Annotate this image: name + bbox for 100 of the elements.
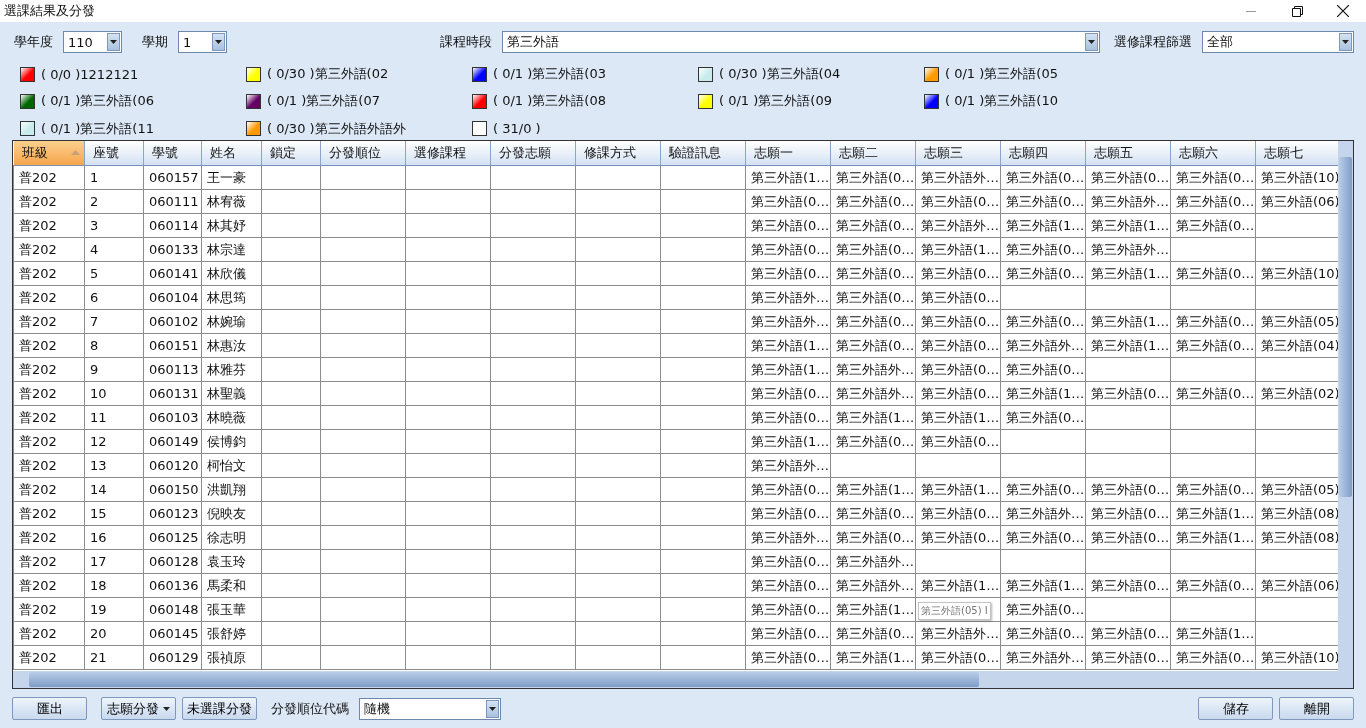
table-cell: 第三外語外… — [915, 165, 1001, 190]
table-cell: 060133 — [143, 237, 202, 262]
table-cell: 第三外語(1… — [1085, 333, 1171, 358]
table-cell: 第三外語外… — [915, 621, 1001, 646]
table-cell: 第三外語(0… — [830, 261, 916, 286]
table-cell: 第三外語(0… — [830, 501, 916, 526]
table-cell: 第三外語(1… — [1085, 213, 1171, 238]
table-cell: 普202 — [13, 405, 85, 430]
table-cell: 060149 — [143, 429, 202, 454]
column-header[interactable]: 修課方式 — [575, 141, 661, 166]
legend-label: ( 31/0 ) — [493, 121, 541, 137]
period-dropdown[interactable]: 第三外語 — [502, 31, 1100, 53]
table-cell: 第三外語外… — [1000, 333, 1086, 358]
column-header[interactable]: 志願四 — [1000, 141, 1086, 166]
course-filter-dropdown[interactable]: 全部 — [1201, 31, 1354, 53]
table-cell: 第三外語(0… — [915, 429, 1001, 454]
table-cell: 第三外語(1… — [830, 477, 916, 502]
table-cell: 第三外語(0… — [830, 213, 916, 238]
table-cell: 060111 — [143, 189, 202, 214]
exit-button[interactable]: 離開 — [1279, 697, 1354, 720]
table-cell: 第三外語外… — [1085, 189, 1171, 214]
table-cell: 普202 — [13, 477, 85, 502]
course-filter-label: 選修課程篩選 — [1113, 33, 1192, 51]
column-header[interactable]: 志願六 — [1170, 141, 1256, 166]
column-header[interactable]: 分發志願 — [490, 141, 576, 166]
column-header[interactable]: 分發順位 — [320, 141, 406, 166]
table-cell: 第三外語外… — [830, 381, 916, 406]
table-cell: 11 — [84, 405, 144, 430]
column-header[interactable]: 選修課程 — [405, 141, 491, 166]
table-cell: 4 — [84, 237, 144, 262]
table-cell: 第三外語(0… — [915, 261, 1001, 286]
assign-by-choice-button[interactable]: 志願分發 — [101, 697, 176, 720]
table-cell: 第三外語(0… — [1170, 645, 1256, 670]
table-cell: 第三外語(1… — [915, 237, 1001, 262]
table-cell: 第三外語(1… — [1000, 213, 1086, 238]
column-header[interactable]: 志願二 — [830, 141, 916, 166]
table-cell: 第三外語(1… — [915, 405, 1001, 430]
order-code-dropdown[interactable]: 隨機 — [359, 697, 501, 720]
table-cell: 第三外語(0… — [915, 189, 1001, 214]
table-cell: 洪凱翔 — [201, 477, 262, 502]
table-cell: 第三外語(1… — [1085, 309, 1171, 334]
table-cell: 普202 — [13, 285, 85, 310]
export-button[interactable]: 匯出 — [12, 697, 87, 720]
column-header[interactable]: 志願一 — [745, 141, 831, 166]
table-cell: 第三外語外… — [1085, 237, 1171, 262]
column-header[interactable]: 志願七 — [1255, 141, 1338, 166]
table-cell: 侯博鈞 — [201, 429, 262, 454]
legend-label: ( 0/1 )第三外語(06 — [41, 92, 154, 111]
table-cell: 第三外語(1… — [915, 477, 1001, 502]
table-cell: 第三外語(0… — [1000, 525, 1086, 550]
column-header[interactable]: 志願五 — [1085, 141, 1171, 166]
table-cell: 060151 — [143, 333, 202, 358]
table-cell: 5 — [84, 261, 144, 286]
table-cell: 第三外語(0… — [1000, 405, 1086, 430]
table-cell: 10 — [84, 381, 144, 406]
term-dropdown[interactable]: 1 — [177, 31, 228, 53]
table-cell: 第三外語(1… — [1170, 501, 1256, 526]
column-header[interactable]: 學號 — [143, 141, 202, 166]
table-cell: 060125 — [143, 525, 202, 550]
year-dropdown[interactable]: 110 — [63, 31, 123, 53]
table-cell: 第三外語(0… — [745, 573, 831, 598]
table-cell: 第三外語外… — [830, 357, 916, 382]
column-header[interactable]: 驗證訊息 — [660, 141, 746, 166]
table-cell: 第三外語(0… — [1170, 213, 1256, 238]
table-cell: 第三外語(0… — [745, 597, 831, 622]
table-cell: 第三外語外… — [830, 549, 916, 574]
column-header[interactable]: 鎖定 — [261, 141, 321, 166]
table-cell: 第三外語(0… — [1085, 165, 1171, 190]
column-header[interactable]: 姓名 — [201, 141, 262, 166]
table-cell: 060150 — [143, 477, 202, 502]
table-cell: 普202 — [13, 501, 85, 526]
window-title: 選課結果及分發 — [4, 2, 96, 20]
legend-label: ( 0/30 )第三外語外語外 — [267, 119, 406, 138]
table-cell: 張玉華 — [201, 597, 262, 622]
table-cell: 張禎原 — [201, 645, 262, 670]
vertical-scrollbar[interactable] — [1338, 141, 1353, 688]
table-cell: 第三外語(0… — [745, 405, 831, 430]
column-header[interactable]: 座號 — [84, 141, 144, 166]
restore-icon — [1291, 5, 1303, 17]
column-header[interactable]: 志願三 — [915, 141, 1001, 166]
assign-unselected-button[interactable]: 未選課分發 — [182, 697, 257, 720]
year-label: 學年度 — [14, 33, 53, 51]
table-cell: 林欣儀 — [201, 261, 262, 286]
caret-icon — [1087, 40, 1095, 44]
table-cell: 14 — [84, 477, 144, 502]
save-button[interactable]: 儲存 — [1198, 697, 1273, 720]
horizontal-scrollbar[interactable] — [13, 671, 1338, 688]
table-cell: 18 — [84, 573, 144, 598]
table-cell: 第三外語(0… — [745, 621, 831, 646]
column-header[interactable]: 班級 — [13, 141, 85, 166]
table-cell: 20 — [84, 621, 144, 646]
table-cell: 普202 — [13, 381, 85, 406]
table-cell: 第三外語(1… — [745, 165, 831, 190]
table-cell: 林思筠 — [201, 285, 262, 310]
table-cell: 第三外語(0… — [745, 645, 831, 670]
table-cell: 2 — [84, 189, 144, 214]
table-cell: 第三外語(0… — [1000, 621, 1086, 646]
table-cell: 普202 — [13, 573, 85, 598]
table-cell: 第三外語外… — [745, 285, 831, 310]
table-cell: 第三外語(0… — [1170, 165, 1256, 190]
